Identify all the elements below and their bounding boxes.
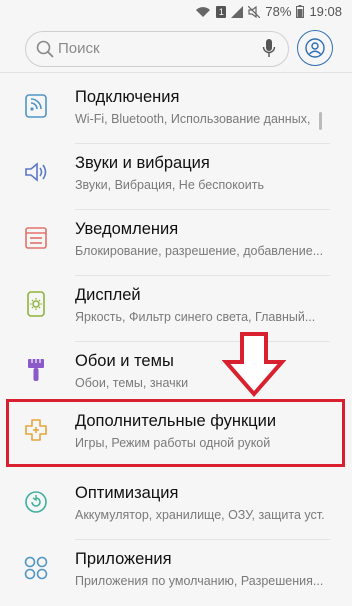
item-title: Приложения [75, 550, 172, 568]
settings-item-notifications[interactable]: Уведомления Блокирование, разрешение, до… [0, 210, 352, 276]
divider [0, 72, 352, 73]
item-subtitle: Приложения по умолчанию, Разрешения... [75, 574, 324, 588]
sim-badge: 1 [216, 5, 227, 18]
scrollbar[interactable] [319, 112, 322, 130]
item-title: Уведомления [75, 220, 179, 238]
status-icons: 1 78% 19:08 [195, 4, 342, 19]
item-title: Подключения [75, 88, 180, 106]
item-subtitle: Звуки, Вибрация, Не беспокоить [75, 178, 264, 192]
connections-icon [25, 94, 47, 118]
item-subtitle: Аккумулятор, хранилище, ОЗУ, защита уст.… [75, 508, 325, 522]
search-bar[interactable]: Поиск [25, 31, 289, 67]
item-subtitle: Яркость, Фильтр синего света, Главный... [75, 310, 316, 324]
notifications-icon [25, 227, 47, 249]
down-arrow-annotation [222, 332, 286, 398]
display-icon [27, 291, 45, 317]
optimization-icon [25, 491, 47, 513]
item-subtitle: Обои, темы, значки [75, 376, 189, 390]
search-placeholder: Поиск [58, 40, 100, 57]
settings-item-display[interactable]: Дисплей Яркость, Фильтр синего света, Гл… [0, 276, 352, 342]
settings-item-connections[interactable]: Подключения Wi-Fi, Bluetooth, Использова… [0, 78, 352, 144]
settings-item-sounds[interactable]: Звуки и вибрация Звуки, Вибрация, Не бес… [0, 144, 352, 210]
apps-icon [24, 556, 48, 580]
item-title: Обои и темы [75, 352, 174, 370]
signal-icon [231, 5, 244, 18]
mute-icon [248, 5, 261, 18]
account-icon [305, 38, 325, 58]
highlight-box [6, 399, 345, 467]
wifi-icon [196, 6, 211, 17]
item-title: Дисплей [75, 286, 141, 304]
account-button[interactable] [297, 30, 333, 66]
item-subtitle: Wi-Fi, Bluetooth, Использование данных, [75, 112, 311, 126]
microphone-icon[interactable] [262, 38, 276, 60]
status-bar: 1 78% 19:08 [0, 0, 352, 24]
settings-item-apps[interactable]: Приложения Приложения по умолчанию, Разр… [0, 540, 352, 606]
item-title: Звуки и вибрация [75, 154, 210, 172]
clock: 19:08 [309, 4, 342, 19]
item-subtitle: Блокирование, разрешение, добавление... [75, 244, 324, 258]
battery-percent: 78% [265, 4, 292, 19]
speaker-icon [25, 162, 47, 182]
item-title: Оптимизация [75, 484, 179, 502]
battery-icon [296, 5, 305, 18]
search-icon [36, 40, 54, 58]
settings-item-optimization[interactable]: Оптимизация Аккумулятор, хранилище, ОЗУ,… [0, 474, 352, 540]
paint-brush-icon [28, 359, 44, 381]
